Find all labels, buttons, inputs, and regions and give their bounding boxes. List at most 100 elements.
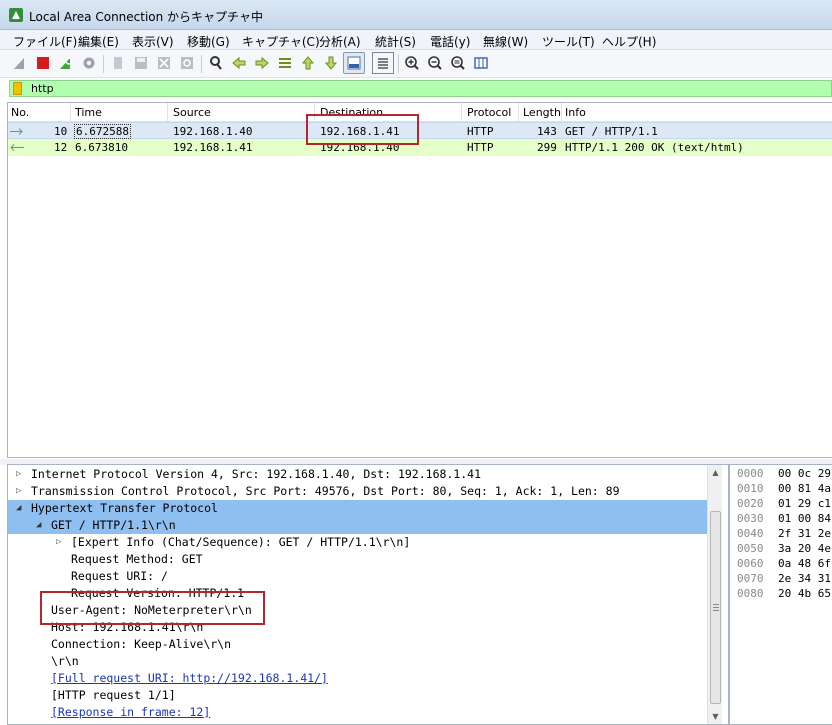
packet-time: 6.673810	[75, 141, 128, 154]
hex-bytes: 01 29 c1	[778, 497, 831, 510]
reload-file-icon[interactable]	[177, 53, 197, 73]
menu-tools[interactable]: ツール(T)	[542, 33, 595, 50]
column-length[interactable]: Length	[523, 106, 561, 119]
tree-item-connection[interactable]: Connection: Keep-Alive\r\n	[8, 636, 708, 653]
close-file-icon[interactable]	[154, 53, 174, 73]
go-to-packet-icon[interactable]	[275, 53, 295, 73]
column-time[interactable]: Time	[75, 106, 102, 119]
shark-fin-start-icon[interactable]	[10, 53, 30, 73]
hex-bytes: 01 00 84	[778, 512, 831, 525]
zoom-in-icon[interactable]	[402, 53, 422, 73]
menu-statistics[interactable]: 統計(S)	[375, 33, 416, 50]
packet-no: 12	[54, 141, 68, 154]
collapse-arrow-icon[interactable]: ◢	[16, 503, 21, 513]
menu-help[interactable]: ヘルプ(H)	[602, 33, 656, 50]
hex-offset: 0000	[737, 467, 764, 480]
expand-arrow-icon[interactable]: ▷	[16, 469, 21, 479]
packet-list-header: No. Time Source Destination Protocol Len…	[8, 103, 832, 122]
packet-info: HTTP/1.1 200 OK (text/html)	[565, 141, 744, 154]
menu-bar: ファイル(F) 編集(E) 表示(V) 移動(G) キャプチャ(C) 分析(A)…	[0, 30, 832, 50]
tree-item-tcp[interactable]: ▷ Transmission Control Protocol, Src Por…	[8, 483, 708, 500]
menu-edit[interactable]: 編集(E)	[78, 33, 119, 50]
zoom-out-icon[interactable]	[425, 53, 445, 73]
tree-item-crlf[interactable]: \r\n	[8, 653, 708, 670]
find-packet-icon[interactable]	[206, 53, 226, 73]
packet-row[interactable]: 12 6.673810 192.168.1.41 192.168.1.40 HT…	[8, 139, 832, 156]
stop-square-icon[interactable]	[33, 53, 53, 73]
column-source[interactable]: Source	[173, 106, 211, 119]
save-file-icon[interactable]	[131, 53, 151, 73]
annotation-box-user-agent	[40, 591, 265, 625]
last-packet-icon[interactable]	[321, 53, 341, 73]
scrollbar-thumb[interactable]	[710, 511, 721, 704]
menu-go[interactable]: 移動(G)	[187, 33, 230, 50]
hex-bytes: 2e 34 31	[778, 572, 831, 585]
tree-item-request-method[interactable]: Request Method: GET	[8, 551, 708, 568]
response-arrow-icon	[10, 144, 24, 151]
restart-shark-icon[interactable]	[56, 53, 76, 73]
hex-offset: 0010	[737, 482, 764, 495]
packet-protocol: HTTP	[467, 125, 494, 138]
packet-protocol: HTTP	[467, 141, 494, 154]
menu-analyze[interactable]: 分析(A)	[319, 33, 361, 50]
zoom-reset-icon[interactable]	[448, 53, 468, 73]
request-arrow-icon	[10, 128, 23, 135]
menu-view[interactable]: 表示(V)	[132, 33, 174, 50]
menu-telephony[interactable]: 電話(y)	[430, 33, 470, 50]
collapse-arrow-icon[interactable]: ◢	[36, 520, 41, 530]
scroll-down-icon[interactable]: ▼	[708, 709, 723, 724]
tree-item-ipv4[interactable]: ▷ Internet Protocol Version 4, Src: 192.…	[8, 466, 708, 483]
hex-offset: 0030	[737, 512, 764, 525]
resize-columns-icon[interactable]	[471, 53, 491, 73]
go-forward-arrow-icon[interactable]	[252, 53, 272, 73]
packet-row[interactable]: 10 6.672588 192.168.1.40 192.168.1.41 HT…	[8, 122, 832, 139]
hex-offset: 0080	[737, 587, 764, 600]
hex-offset: 0050	[737, 542, 764, 555]
tree-item-request-count[interactable]: [HTTP request 1/1]	[8, 687, 708, 704]
window-title: Local Area Connection からキャプチャ中	[29, 10, 263, 24]
packet-length: 143	[537, 125, 557, 138]
menu-wireless[interactable]: 無線(W)	[483, 33, 528, 50]
go-back-arrow-icon[interactable]	[229, 53, 249, 73]
tree-item-expert-info[interactable]: ▷ [Expert Info (Chat/Sequence): GET / HT…	[8, 534, 708, 551]
autoscroll-icon[interactable]	[343, 52, 365, 74]
hex-bytes: 0a 48 6f	[778, 557, 831, 570]
tree-item-http[interactable]: ◢ Hypertext Transfer Protocol	[8, 500, 707, 517]
packet-length: 299	[537, 141, 557, 154]
hex-bytes: 3a 20 4e	[778, 542, 831, 555]
main-toolbar	[0, 50, 832, 78]
details-scrollbar[interactable]: ▲ ▼	[707, 465, 722, 724]
column-protocol[interactable]: Protocol	[467, 106, 511, 119]
expand-arrow-icon[interactable]: ▷	[16, 486, 21, 496]
hex-offset: 0060	[737, 557, 764, 570]
hex-offset: 0070	[737, 572, 764, 585]
tree-item-request-line[interactable]: ◢ GET / HTTP/1.1\r\n	[8, 517, 707, 534]
packet-time: 6.672588	[74, 124, 131, 139]
packet-info: GET / HTTP/1.1	[565, 125, 658, 138]
title-bar: Local Area Connection からキャプチャ中	[0, 0, 832, 30]
column-info[interactable]: Info	[565, 106, 586, 119]
first-packet-icon[interactable]	[298, 53, 318, 73]
hex-offset: 0040	[737, 527, 764, 540]
packet-bytes-pane[interactable]: 0000 00 0c 29 0010 00 81 4a 0020 01 29 c…	[729, 464, 832, 725]
tree-item-full-uri[interactable]: [Full request URI: http://192.168.1.41/]	[8, 670, 708, 687]
menu-file[interactable]: ファイル(F)	[13, 33, 77, 50]
hex-offset: 0020	[737, 497, 764, 510]
colorize-icon[interactable]	[372, 52, 394, 74]
column-no[interactable]: No.	[11, 106, 29, 119]
scroll-up-icon[interactable]: ▲	[708, 465, 723, 480]
menu-capture[interactable]: キャプチャ(C)	[242, 33, 320, 50]
filter-text: http	[31, 82, 54, 95]
bookmark-icon[interactable]	[13, 82, 22, 95]
packet-source: 192.168.1.40	[173, 125, 253, 138]
open-file-icon[interactable]	[108, 53, 128, 73]
wireshark-app-icon	[9, 8, 23, 22]
capture-options-gear-icon[interactable]	[79, 53, 99, 73]
annotation-box-destination	[306, 114, 419, 145]
expand-arrow-icon[interactable]: ▷	[56, 537, 61, 547]
packet-source: 192.168.1.41	[173, 141, 253, 154]
tree-item-response-frame[interactable]: [Response in frame: 12]	[8, 704, 708, 721]
display-filter-input[interactable]: http	[9, 80, 832, 97]
packet-no: 10	[54, 125, 68, 138]
tree-item-request-uri[interactable]: Request URI: /	[8, 568, 708, 585]
